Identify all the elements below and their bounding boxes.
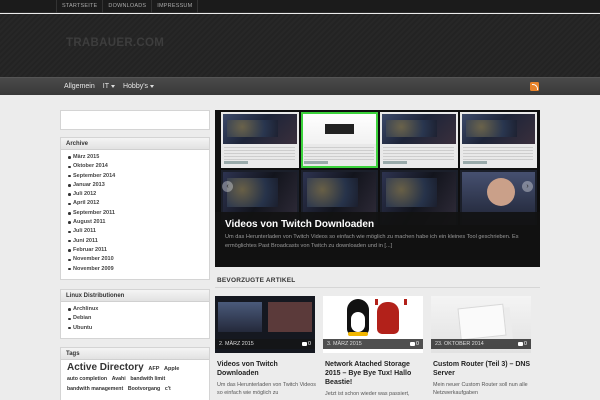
nav-item-label: Hobby's xyxy=(122,83,149,90)
archive-link[interactable]: Oktober 2014 xyxy=(68,162,203,171)
linux-distros-widget: Linux Distributionen Archlinux Debian Ub… xyxy=(60,289,210,339)
card-title[interactable]: Network Atached Storage 2015 – Bye Bye T… xyxy=(325,360,425,387)
card-meta: 3. MÄRZ 2015 0 xyxy=(323,339,423,349)
archive-widget: Archive März 2015 Oktober 2014 September… xyxy=(60,137,210,280)
slide-image xyxy=(221,112,537,225)
main-nav: Allgemein IT Hobby's xyxy=(0,77,600,95)
tag-link[interactable]: auto completion xyxy=(67,376,107,382)
comment-icon xyxy=(410,342,415,346)
top-bar: STARTSEITE DOWNLOADS IMPRESSUM xyxy=(0,0,600,13)
nav-item-label: Allgemein xyxy=(64,83,95,90)
tag-cloud: Active Directory AFP Apple auto completi… xyxy=(61,360,209,397)
archive-link[interactable]: Juni 2011 xyxy=(68,237,203,246)
archive-link[interactable]: November 2009 xyxy=(68,265,203,274)
comment-icon xyxy=(518,342,523,346)
card-excerpt: Jetzt ist schon wieder was passiert, xyxy=(325,391,410,397)
chevron-left-icon[interactable]: ‹ xyxy=(222,181,233,192)
chevron-down-icon xyxy=(150,85,155,88)
nav-item-allgemein[interactable]: Allgemein xyxy=(60,78,99,95)
search-input[interactable] xyxy=(61,111,209,129)
card-title[interactable]: Custom Router (Teil 3) – DNS Server xyxy=(433,360,533,378)
tag-link[interactable]: bandwith limit xyxy=(130,376,165,382)
featured-card[interactable]: 2. MÄRZ 2015 0 Videos von Twitch Downloa… xyxy=(215,296,317,400)
card-meta: 23. OKTOBER 2014 0 xyxy=(431,339,531,349)
widget-title: Archive xyxy=(61,138,209,150)
widget-title: Linux Distributionen xyxy=(61,290,209,302)
top-nav-downloads[interactable]: DOWNLOADS xyxy=(103,0,153,13)
archive-link[interactable]: Februar 2011 xyxy=(68,246,203,255)
tag-link[interactable]: bandwith management xyxy=(67,386,123,392)
tags-widget: Tags Active Directory AFP Apple auto com… xyxy=(60,347,210,400)
comment-count[interactable]: 0 xyxy=(518,339,527,349)
site-header: TRABAUER.COM xyxy=(0,14,600,77)
archive-link[interactable]: Juli 2012 xyxy=(68,190,203,199)
nav-item-it[interactable]: IT xyxy=(99,78,119,95)
comment-count-value: 0 xyxy=(416,341,419,347)
card-date: 2. MÄRZ 2015 xyxy=(219,341,254,347)
archive-link[interactable]: April 2012 xyxy=(68,199,203,208)
bsd-daemon-image xyxy=(375,299,407,334)
card-date: 3. MÄRZ 2015 xyxy=(327,341,362,347)
top-nav-startseite[interactable]: STARTSEITE xyxy=(57,0,104,13)
rss-feed-icon[interactable] xyxy=(530,82,539,91)
chevron-down-icon xyxy=(110,85,115,88)
archive-link[interactable]: September 2011 xyxy=(68,209,203,218)
card-date: 23. OKTOBER 2014 xyxy=(435,341,484,347)
featured-card[interactable]: 23. OKTOBER 2014 0 Custom Router (Teil 3… xyxy=(431,296,531,400)
distro-link[interactable]: Archlinux xyxy=(68,305,203,314)
featured-heading: BEVORZUGTE ARTIKEL xyxy=(217,277,296,284)
archive-link[interactable]: Januar 2013 xyxy=(68,181,203,190)
card-title[interactable]: Videos von Twitch Downloaden xyxy=(217,360,317,378)
comment-icon xyxy=(302,342,307,346)
slide-excerpt: Um das Herunterladen von Twitch Videos s… xyxy=(225,234,519,249)
slide-title[interactable]: Videos von Twitch Downloaden xyxy=(225,219,374,230)
card-excerpt: Um das Herunterladen von Twitch Videos s… xyxy=(217,382,316,396)
archive-link[interactable]: September 2014 xyxy=(68,172,203,181)
chevron-right-icon[interactable]: › xyxy=(522,181,533,192)
site-title[interactable]: TRABAUER.COM xyxy=(66,37,164,49)
comment-count-value: 0 xyxy=(308,341,311,347)
video-thumbnail xyxy=(380,112,458,168)
nav-item-hobbys[interactable]: Hobby's xyxy=(119,78,158,95)
tux-penguin-image xyxy=(347,299,369,336)
card-excerpt: Mein neuer Custom Router soll nun alle N… xyxy=(433,382,528,396)
video-thumbnail xyxy=(459,112,537,168)
comment-count[interactable]: 0 xyxy=(410,339,419,349)
video-thumbnail xyxy=(221,112,299,168)
archive-link[interactable]: Juli 2011 xyxy=(68,227,203,236)
tag-link[interactable]: Apple xyxy=(164,366,179,372)
top-nav-impressum[interactable]: IMPRESSUM xyxy=(152,0,199,13)
featured-card[interactable]: 3. MÄRZ 2015 0 Network Atached Storage 2… xyxy=(323,296,423,400)
tag-link[interactable]: AFP xyxy=(148,366,159,372)
tag-link[interactable]: Avahi xyxy=(112,376,126,382)
divider xyxy=(215,287,540,288)
video-thumbnail xyxy=(300,112,378,168)
tag-link[interactable]: c't xyxy=(165,386,171,392)
distro-link[interactable]: Ubuntu xyxy=(68,324,203,333)
archive-link[interactable]: März 2015 xyxy=(68,153,203,162)
archive-link[interactable]: August 2011 xyxy=(68,218,203,227)
search-box xyxy=(60,110,210,130)
comment-count-value: 0 xyxy=(524,341,527,347)
nav-item-label: IT xyxy=(102,83,109,90)
distro-link[interactable]: Debian xyxy=(68,314,203,323)
archive-link[interactable]: November 2010 xyxy=(68,255,203,264)
card-meta: 2. MÄRZ 2015 0 xyxy=(215,339,315,349)
comment-count[interactable]: 0 xyxy=(302,339,311,349)
tag-link[interactable]: Bootvorgang xyxy=(128,386,160,392)
widget-title: Tags xyxy=(61,348,209,360)
tag-link[interactable]: Active Directory xyxy=(67,362,144,373)
top-nav: STARTSEITE DOWNLOADS IMPRESSUM xyxy=(56,0,199,13)
